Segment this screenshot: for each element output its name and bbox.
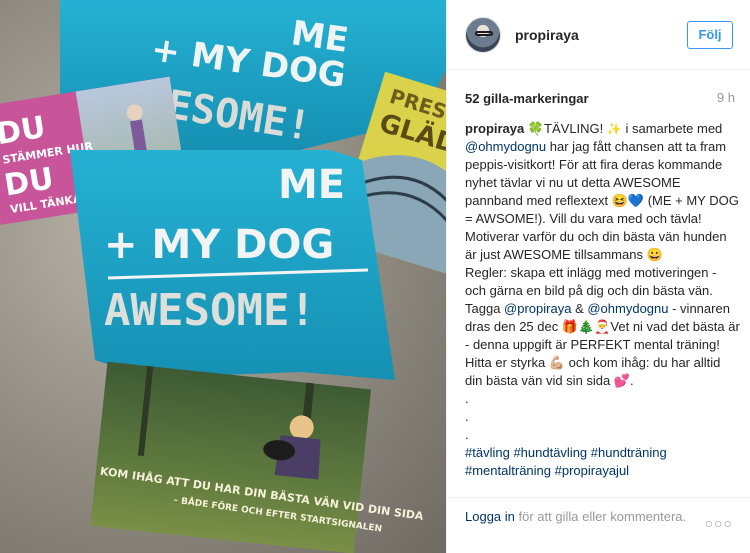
more-options-icon[interactable]: ○○○: [705, 515, 733, 531]
mention-propiraya[interactable]: @propiraya: [504, 301, 571, 316]
mention-ohmydognu[interactable]: @ohmydognu: [465, 139, 546, 154]
follow-button[interactable]: Följ: [687, 21, 733, 49]
avatar[interactable]: [465, 17, 501, 53]
caption-para-1: propiraya 🍀TÄVLING! ✨ i samarbete med @o…: [465, 120, 740, 264]
caption-text-3: har jag fått chansen att ta fram peppis-…: [465, 139, 739, 262]
card-bottom: KOM IHÅG ATT DU HAR DIN BÄSTA VÄN VID DI…: [90, 361, 425, 553]
band-main-line2: + MY DOG: [104, 222, 334, 268]
hashtag-mentaltraning[interactable]: #mentalträning: [465, 463, 551, 478]
post-username[interactable]: propiraya: [515, 27, 579, 43]
likes-row: 52 gilla-markeringar 9 h: [465, 90, 735, 108]
caption-dot: .: [465, 409, 469, 424]
caption-username[interactable]: propiraya: [465, 121, 524, 136]
login-prompt: Logga in för att gilla eller kommentera.: [465, 508, 695, 525]
caption-text-5: &: [571, 301, 588, 316]
post-time[interactable]: 9 h: [717, 90, 735, 105]
avatar-glasses: [475, 31, 493, 36]
headband-main: ME + MY DOG AWESOME!: [70, 150, 395, 380]
login-link[interactable]: Logga in: [465, 509, 515, 524]
photo-scene: ME + MY DOG AWESOME! DU STÄMMER HUR DU V…: [0, 0, 446, 553]
caption: propiraya 🍀TÄVLING! ✨ i samarbete med @o…: [465, 120, 740, 480]
band-main-line3: AWESOME!: [104, 285, 316, 336]
band-main-line1: ME: [278, 162, 345, 208]
hashtag-hundtavling[interactable]: #hundtävling: [513, 445, 587, 460]
caption-para-2: Regler: skapa ett inlägg med motiveringe…: [465, 264, 740, 390]
likes-count[interactable]: 52 gilla-markeringar: [465, 91, 589, 106]
login-rest: för att gilla eller kommentera.: [514, 509, 687, 524]
caption-text-1: 🍀TÄVLING!: [524, 121, 607, 136]
post-header: propiraya Följ: [447, 0, 750, 70]
hashtag-propirayajul[interactable]: #propirayajul: [555, 463, 629, 478]
sparkle-icon: ✨: [606, 122, 622, 136]
hashtags: #tävling #hundtävling #hundträning #ment…: [465, 444, 740, 480]
hashtag-hundtraning[interactable]: #hundträning: [591, 445, 667, 460]
mention-ohmydognu-2[interactable]: @ohmydognu: [587, 301, 668, 316]
post-photo: ME + MY DOG AWESOME! DU STÄMMER HUR DU V…: [0, 0, 446, 553]
caption-dot: .: [465, 427, 469, 442]
post-footer: Logga in för att gilla eller kommentera.…: [447, 497, 750, 553]
caption-text-2: i samarbete med: [621, 121, 723, 136]
post-sidebar: propiraya Följ 52 gilla-markeringar 9 h …: [446, 0, 750, 553]
hashtag-tavling[interactable]: #tävling: [465, 445, 510, 460]
caption-dot: .: [465, 391, 469, 406]
